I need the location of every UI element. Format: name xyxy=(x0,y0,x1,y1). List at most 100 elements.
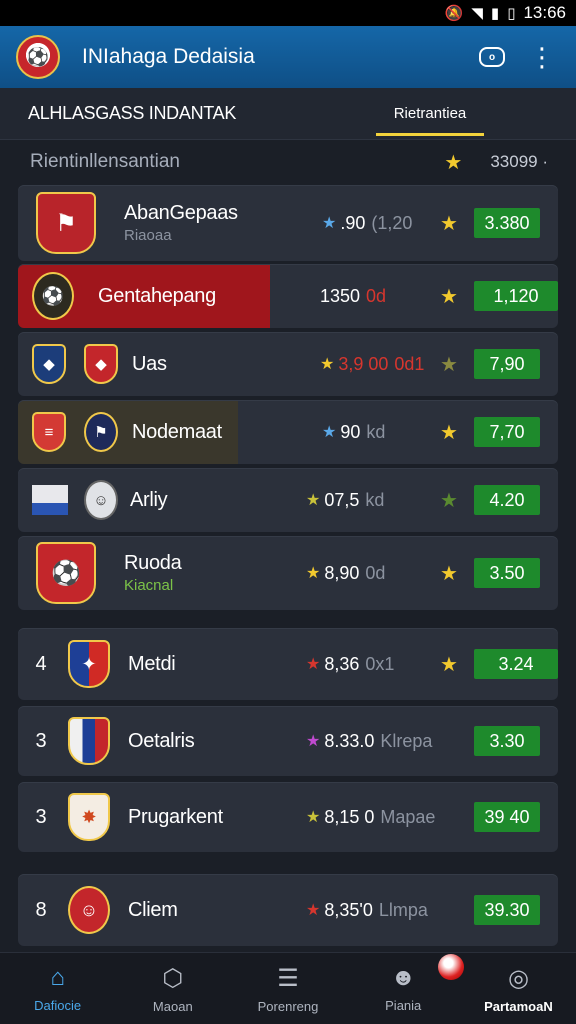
team-sub: Riaoaa xyxy=(124,227,172,244)
team-name: Cliem xyxy=(128,898,178,921)
nav-teams[interactable]: ⬡ Maoan xyxy=(115,953,230,1024)
wifi-icon: ◥ xyxy=(471,5,483,22)
odds-button[interactable]: 39 40 xyxy=(474,802,540,832)
battery-icon: ▯ xyxy=(507,5,516,22)
team-crest-icon: ✦ xyxy=(68,640,110,688)
ball-icon: ◎ xyxy=(507,964,529,992)
star-icon: ★ xyxy=(306,565,321,582)
avatar: ☺ xyxy=(84,480,118,520)
home-icon: ⌂ xyxy=(50,964,65,991)
odds-button[interactable]: 4.20 xyxy=(474,485,540,515)
list-item[interactable]: 3 ✸ Prugarkent ★ 8,15 0 Mapae 39 40 xyxy=(18,782,558,852)
status-time: 13:66 xyxy=(523,3,566,22)
team-crest-icon: ⚽ xyxy=(36,542,96,604)
app-bar: ⚽ INIahaga Dedaisia o ⋮ xyxy=(0,26,576,88)
list-icon: ☰ xyxy=(277,964,299,992)
rating: ★ 90 kd xyxy=(322,421,386,442)
favorite-star-icon[interactable]: ★ xyxy=(440,652,458,677)
list-item[interactable]: ⚑ AbanGepaas Riaoaa ★ .90 (1,20 ★ 3.380 xyxy=(18,185,558,261)
team-crest-icon: ⚽ xyxy=(32,272,74,320)
favorite-star-icon[interactable]: ★ xyxy=(440,561,458,586)
team-sub: Kiacnal xyxy=(124,577,174,594)
rating: 1350 0d xyxy=(320,285,387,306)
star-icon: ★ xyxy=(444,151,463,174)
club-crest-icon[interactable]: ⚽ xyxy=(16,35,60,79)
odds-button[interactable]: 3.380 xyxy=(474,208,540,238)
more-vert-icon[interactable]: ⋮ xyxy=(524,39,560,75)
team-name: Arliy xyxy=(130,488,168,511)
team-crest-icon: ◆ xyxy=(32,344,66,384)
star-icon: ★ xyxy=(306,492,321,509)
star-icon: ★ xyxy=(322,424,337,441)
star-icon: ★ xyxy=(306,733,321,750)
odds-button[interactable]: 7,90 xyxy=(474,349,540,379)
section-header: Rientinllensantian ★ 33099 · xyxy=(0,140,576,184)
rating: ★ 3,9 00 0d1 xyxy=(320,353,425,374)
star-icon: ★ xyxy=(306,809,321,826)
nav-home[interactable]: ⌂ Dafiocie xyxy=(0,953,115,1024)
team-name: Ruoda xyxy=(124,552,182,574)
flag-icon xyxy=(32,485,68,515)
favorite-star-icon[interactable]: ★ xyxy=(440,488,458,513)
list-item[interactable]: ◆ ◆ Uas ★ 3,9 00 0d1 ★ 7,90 xyxy=(18,332,558,396)
notification-badge xyxy=(438,954,464,980)
team-name: Gentahepang xyxy=(98,284,216,307)
odds-button[interactable]: 3.50 xyxy=(474,558,540,588)
list-item[interactable]: 4 ✦ Metdi ★ 8,36 0x1 ★ 3.24 xyxy=(18,628,558,700)
team-crest-icon: ◆ xyxy=(84,344,118,384)
star-icon: ★ xyxy=(322,215,337,232)
shield-icon: ⬡ xyxy=(162,964,184,992)
team-crest-icon: ✸ xyxy=(68,793,110,841)
team-crest-icon: ⚑ xyxy=(84,412,118,452)
star-icon: ★ xyxy=(306,902,321,919)
team-crest-icon: ⚑ xyxy=(36,192,96,254)
list-item[interactable]: ⚽ Gentahepang 1350 0d ★ 1,120 xyxy=(18,264,558,328)
nav-matches[interactable]: ◎ PartamoaN xyxy=(461,953,576,1024)
mute-icon: 🔕 xyxy=(444,5,464,22)
list-item[interactable]: ☺ Arliy ★ 07,5 kd ★ 4.20 xyxy=(18,468,558,532)
chat-icon: o xyxy=(479,47,505,67)
tab-bar: ALHLASGASS INDANTAK Rietrantiea xyxy=(0,88,576,140)
odds-button[interactable]: 1,120 xyxy=(474,281,558,311)
mask-icon: ☻ xyxy=(390,964,416,991)
team-name: Prugarkent xyxy=(128,805,223,828)
rank: 8 xyxy=(35,898,47,921)
favorite-star-icon[interactable]: ★ xyxy=(440,211,458,236)
team-name: Nodemaat xyxy=(132,420,222,443)
list-item[interactable]: 8 ☺ Cliem ★ 8,35'0 Llmpa 39.30 xyxy=(18,874,558,946)
team-crest-icon: ☺ xyxy=(68,886,110,934)
tab-ratings[interactable]: Rietrantiea xyxy=(370,88,490,140)
app-title: INIahaga Dedaisia xyxy=(82,45,255,68)
section-value: 33099 · xyxy=(490,152,548,171)
rank: 3 xyxy=(35,729,47,752)
odds-button[interactable]: 39.30 xyxy=(474,895,540,925)
rating: ★ 8,15 0 Mapae xyxy=(306,806,436,827)
team-name: Oetalris xyxy=(128,729,195,752)
odds-button[interactable]: 3.30 xyxy=(474,726,540,756)
tab-overview[interactable]: ALHLASGASS INDANTAK xyxy=(28,88,370,140)
favorite-star-icon[interactable]: ★ xyxy=(440,284,458,309)
rating: ★ .90 (1,20 xyxy=(322,212,413,233)
nav-list[interactable]: ☰ Porenreng xyxy=(230,953,345,1024)
rating: ★ 8,36 0x1 xyxy=(306,653,395,674)
status-bar: 🔕 ◥ ▮ ▯ 13:66 xyxy=(0,0,576,26)
list-item[interactable]: ≡ ⚑ Nodemaat ★ 90 kd ★ 7,70 xyxy=(18,400,558,464)
signal-icon: ▮ xyxy=(490,5,500,22)
team-name: Uas xyxy=(132,352,167,375)
rank: 3 xyxy=(35,805,47,828)
star-icon: ★ xyxy=(306,656,321,673)
list-item[interactable]: ⚽ Ruoda Kiacnal ★ 8,90 0d ★ 3.50 xyxy=(18,536,558,610)
star-icon: ★ xyxy=(320,356,335,373)
team-name: Metdi xyxy=(128,652,176,675)
rating: ★ 8,90 0d xyxy=(306,562,386,583)
favorite-star-icon[interactable]: ★ xyxy=(440,420,458,445)
rank: 4 xyxy=(35,652,47,675)
list-item[interactable]: 3 Oetalris ★ 8.33.0 Klrepa 3.30 xyxy=(18,706,558,776)
chat-button[interactable]: o xyxy=(474,39,510,75)
odds-button[interactable]: 3.24 xyxy=(474,649,558,679)
odds-button[interactable]: 7,70 xyxy=(474,417,540,447)
favorite-star-icon[interactable]: ★ xyxy=(440,352,458,377)
section-label: Rientinllensantian xyxy=(30,151,180,172)
rating: ★ 07,5 kd xyxy=(306,489,385,510)
team-crest-icon: ≡ xyxy=(32,412,66,452)
